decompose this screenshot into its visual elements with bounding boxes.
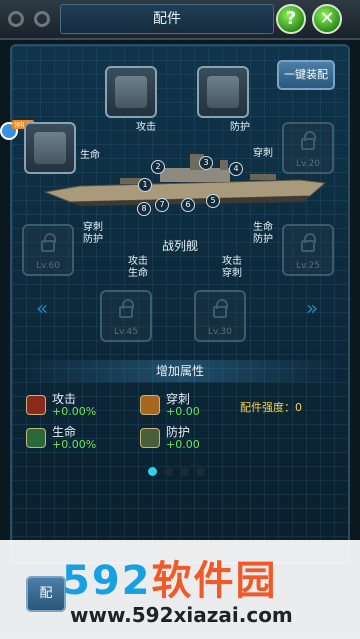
attack-icon — [26, 395, 46, 415]
gear-icon — [34, 11, 50, 27]
slot-defense[interactable] — [197, 66, 249, 118]
watermark-logo: 592软件园 — [62, 548, 278, 606]
slot-bottom-right-label-1: 攻击 — [222, 256, 242, 267]
lock-icon — [213, 299, 228, 318]
pierce-icon — [140, 395, 160, 415]
slot-level: Lv.25 — [296, 261, 320, 271]
page-dot-2[interactable] — [164, 467, 173, 476]
marker-6: 6 — [181, 198, 195, 212]
marker-8: 8 — [137, 202, 151, 216]
page-dot-4[interactable] — [196, 467, 205, 476]
page-dot-1[interactable] — [148, 467, 157, 476]
slot-attack-label: 攻击 — [136, 122, 156, 133]
one-key-equip-button[interactable]: 一键装配 — [277, 60, 335, 90]
slot-life-label: 生命 — [80, 150, 100, 161]
marker-7: 7 — [155, 198, 169, 212]
slot-pierce-label: 穿刺 — [253, 148, 273, 159]
slot-attack[interactable] — [105, 66, 157, 118]
armor-icon — [207, 76, 239, 108]
slot-mid-right-label-2: 防护 — [253, 234, 273, 245]
help-button[interactable]: ? — [276, 4, 306, 34]
marker-1: 1 — [138, 178, 152, 192]
attack-value: +0.00% — [52, 405, 97, 418]
slot-pierce-locked[interactable]: Lv.20 — [282, 122, 334, 174]
accessory-strength: 配件强度：0 — [240, 401, 302, 414]
attr-header: 增加属性 — [155, 364, 204, 378]
watermark-url: www.592xiazai.com — [70, 603, 293, 627]
defense-value: +0.00 — [166, 438, 200, 451]
engine-icon — [34, 132, 66, 164]
slot-bottom-left-locked[interactable]: Lv.45 — [100, 290, 152, 342]
life-icon — [26, 428, 46, 448]
slot-level: Lv.20 — [296, 159, 320, 169]
lock-icon — [119, 299, 134, 318]
slot-bottom-right-locked[interactable]: Lv.30 — [194, 290, 246, 342]
gear-icon — [8, 11, 24, 27]
lock-icon — [301, 233, 316, 252]
lock-icon — [301, 131, 316, 150]
page-title: 配件 — [60, 4, 274, 34]
slot-mid-left-label-2: 防护 — [83, 234, 103, 245]
slot-bottom-left-label-2: 生命 — [128, 268, 148, 279]
slot-life[interactable] — [24, 122, 76, 174]
slot-level: Lv.45 — [114, 327, 138, 337]
slot-mid-left-label-1: 穿刺 — [83, 222, 103, 233]
slot-mid-right-label-1: 生命 — [253, 222, 273, 233]
pierce-value: +0.00 — [166, 405, 200, 418]
lock-icon — [41, 233, 56, 252]
marker-3: 3 — [199, 156, 213, 170]
slot-mid-left-locked[interactable]: Lv.60 — [22, 224, 74, 276]
slot-mid-right-locked[interactable]: Lv.25 — [282, 224, 334, 276]
prev-page-arrow-icon[interactable]: « — [36, 296, 48, 320]
defense-icon — [140, 428, 160, 448]
marker-4: 4 — [229, 162, 243, 176]
close-button[interactable]: ✕ — [312, 4, 342, 34]
next-page-arrow-icon[interactable]: » — [306, 296, 318, 320]
watermark-logo-num: 592 — [62, 558, 152, 604]
marker-2: 2 — [151, 160, 165, 174]
slot-level: Lv.30 — [208, 327, 232, 337]
slot-bottom-left-label-1: 攻击 — [128, 256, 148, 267]
ship-type-label: 战列舰 — [162, 239, 199, 253]
slot-bottom-right-label-2: 穿刺 — [222, 268, 242, 279]
marker-5: 5 — [206, 194, 220, 208]
bottom-button[interactable]: 配 — [26, 576, 66, 612]
life-value: +0.00% — [52, 438, 97, 451]
turret-icon — [115, 76, 147, 108]
page-dot-3[interactable] — [180, 467, 189, 476]
watermark-logo-text: 软件园 — [151, 558, 278, 604]
slot-defense-label: 防护 — [230, 122, 250, 133]
slot-level: Lv.60 — [36, 261, 60, 271]
